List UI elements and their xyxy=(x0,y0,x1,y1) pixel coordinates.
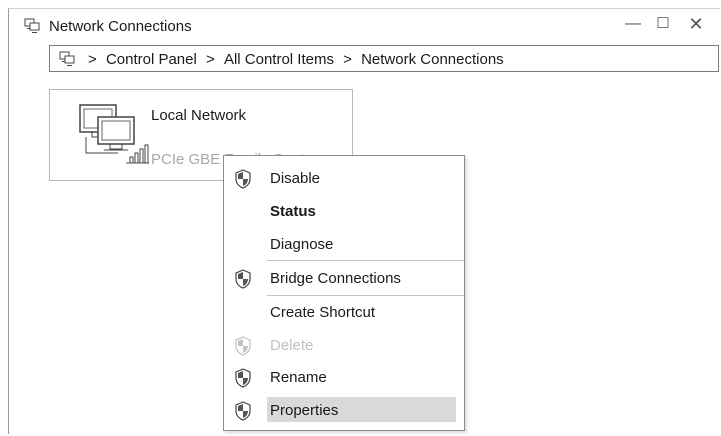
breadcrumb-control-panel[interactable]: Control Panel xyxy=(106,51,197,68)
maximize-button[interactable]: ☐ xyxy=(651,14,675,34)
shield-icon xyxy=(235,368,251,388)
window-title: Network Connections xyxy=(49,18,192,35)
menu-item-label: Properties xyxy=(270,402,339,419)
breadcrumb-all-control-items[interactable]: All Control Items xyxy=(224,51,334,68)
menu-item-rename[interactable]: Rename xyxy=(224,361,464,393)
menu-item-create-shortcut[interactable]: Create Shortcut xyxy=(224,296,464,328)
menu-item-label: Diagnose xyxy=(270,236,334,253)
menu-item-label: Bridge Connections xyxy=(270,270,401,287)
close-button[interactable]: ✕ xyxy=(684,14,708,34)
network-connections-icon xyxy=(59,51,75,66)
menu-item-diagnose[interactable]: Diagnose xyxy=(224,228,464,260)
menu-item-label: Disable xyxy=(270,170,321,187)
title-bar[interactable]: Network Connections — ☐ ✕ xyxy=(9,9,721,39)
menu-item-label: Create Shortcut xyxy=(270,304,376,321)
menu-divider xyxy=(267,260,464,261)
minimize-button[interactable]: — xyxy=(621,14,645,34)
breadcrumb-network-connections[interactable]: Network Connections xyxy=(361,51,504,68)
breadcrumb-separator: > xyxy=(206,51,215,68)
connection-name: Local Network xyxy=(151,107,247,124)
menu-item-delete: Delete xyxy=(224,329,464,361)
menu-item-label: Delete xyxy=(270,337,314,354)
network-adapter-icon xyxy=(79,104,149,164)
shield-icon xyxy=(235,169,251,189)
menu-item-status[interactable]: Status xyxy=(224,195,464,227)
shield-icon xyxy=(235,401,251,421)
menu-item-bridge-connections[interactable]: Bridge Connections xyxy=(224,262,464,294)
menu-item-disable[interactable]: Disable xyxy=(224,162,464,194)
network-connections-icon xyxy=(24,18,40,33)
breadcrumb-separator: > xyxy=(343,51,352,68)
menu-item-label: Status xyxy=(270,203,316,220)
breadcrumb: > Control Panel > All Control Items > Ne… xyxy=(88,51,504,68)
context-menu: Disable Status Diagnose Bridge Connectio… xyxy=(223,155,465,431)
menu-item-properties[interactable]: Properties xyxy=(224,394,464,426)
breadcrumb-separator: > xyxy=(88,51,97,68)
shield-icon xyxy=(235,336,251,356)
menu-item-label: Rename xyxy=(270,369,327,386)
address-bar[interactable]: > Control Panel > All Control Items > Ne… xyxy=(49,45,719,72)
shield-icon xyxy=(235,269,251,289)
